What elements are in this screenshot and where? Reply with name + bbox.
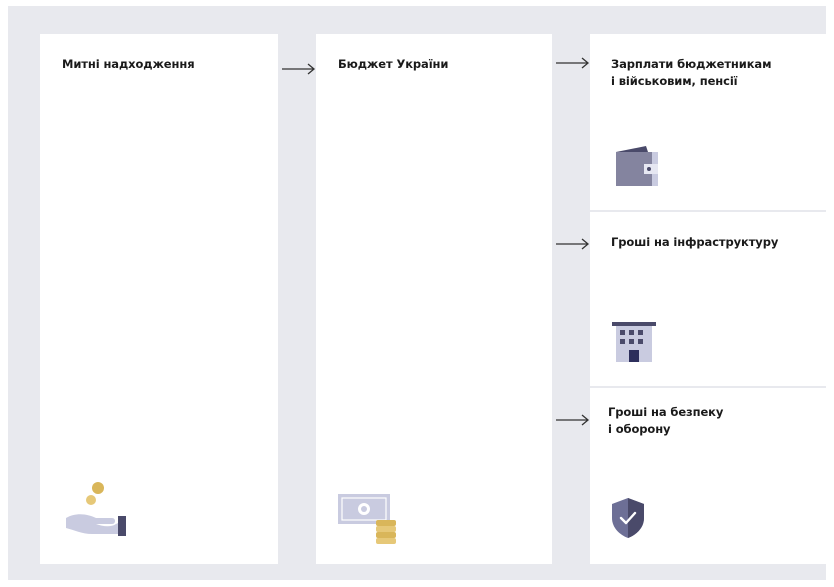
shield-check-icon (612, 498, 644, 538)
arrow-budget-to-salaries (556, 57, 590, 69)
infrastructure-title: Гроші на інфраструктуру (611, 235, 779, 249)
customs-title: Митні надходження (62, 57, 195, 71)
banknote-coins-icon (338, 494, 396, 544)
defense-title-line2: і оборону (608, 422, 671, 436)
arrow-customs-to-budget (282, 63, 316, 75)
arrow-budget-to-infrastructure (556, 238, 590, 250)
coins-hand-icon (66, 482, 126, 536)
card-budget: Бюджет України (316, 34, 552, 564)
building-icon (612, 322, 656, 362)
defense-title-line1: Гроші на безпеку (608, 405, 724, 419)
budget-title: Бюджет України (338, 57, 449, 71)
card-defense: Гроші на безпеку і оборону (590, 388, 826, 564)
card-customs: Митні надходження (40, 34, 278, 564)
salaries-title-line2: і військовим, пенсії (611, 74, 738, 88)
salaries-title-line1: Зарплати бюджетникам (611, 57, 772, 71)
card-salaries: Зарплати бюджетникам і військовим, пенсі… (590, 34, 826, 210)
wallet-icon (616, 146, 658, 186)
arrow-budget-to-defense (556, 414, 590, 426)
card-infrastructure: Гроші на інфраструктуру (590, 212, 826, 386)
